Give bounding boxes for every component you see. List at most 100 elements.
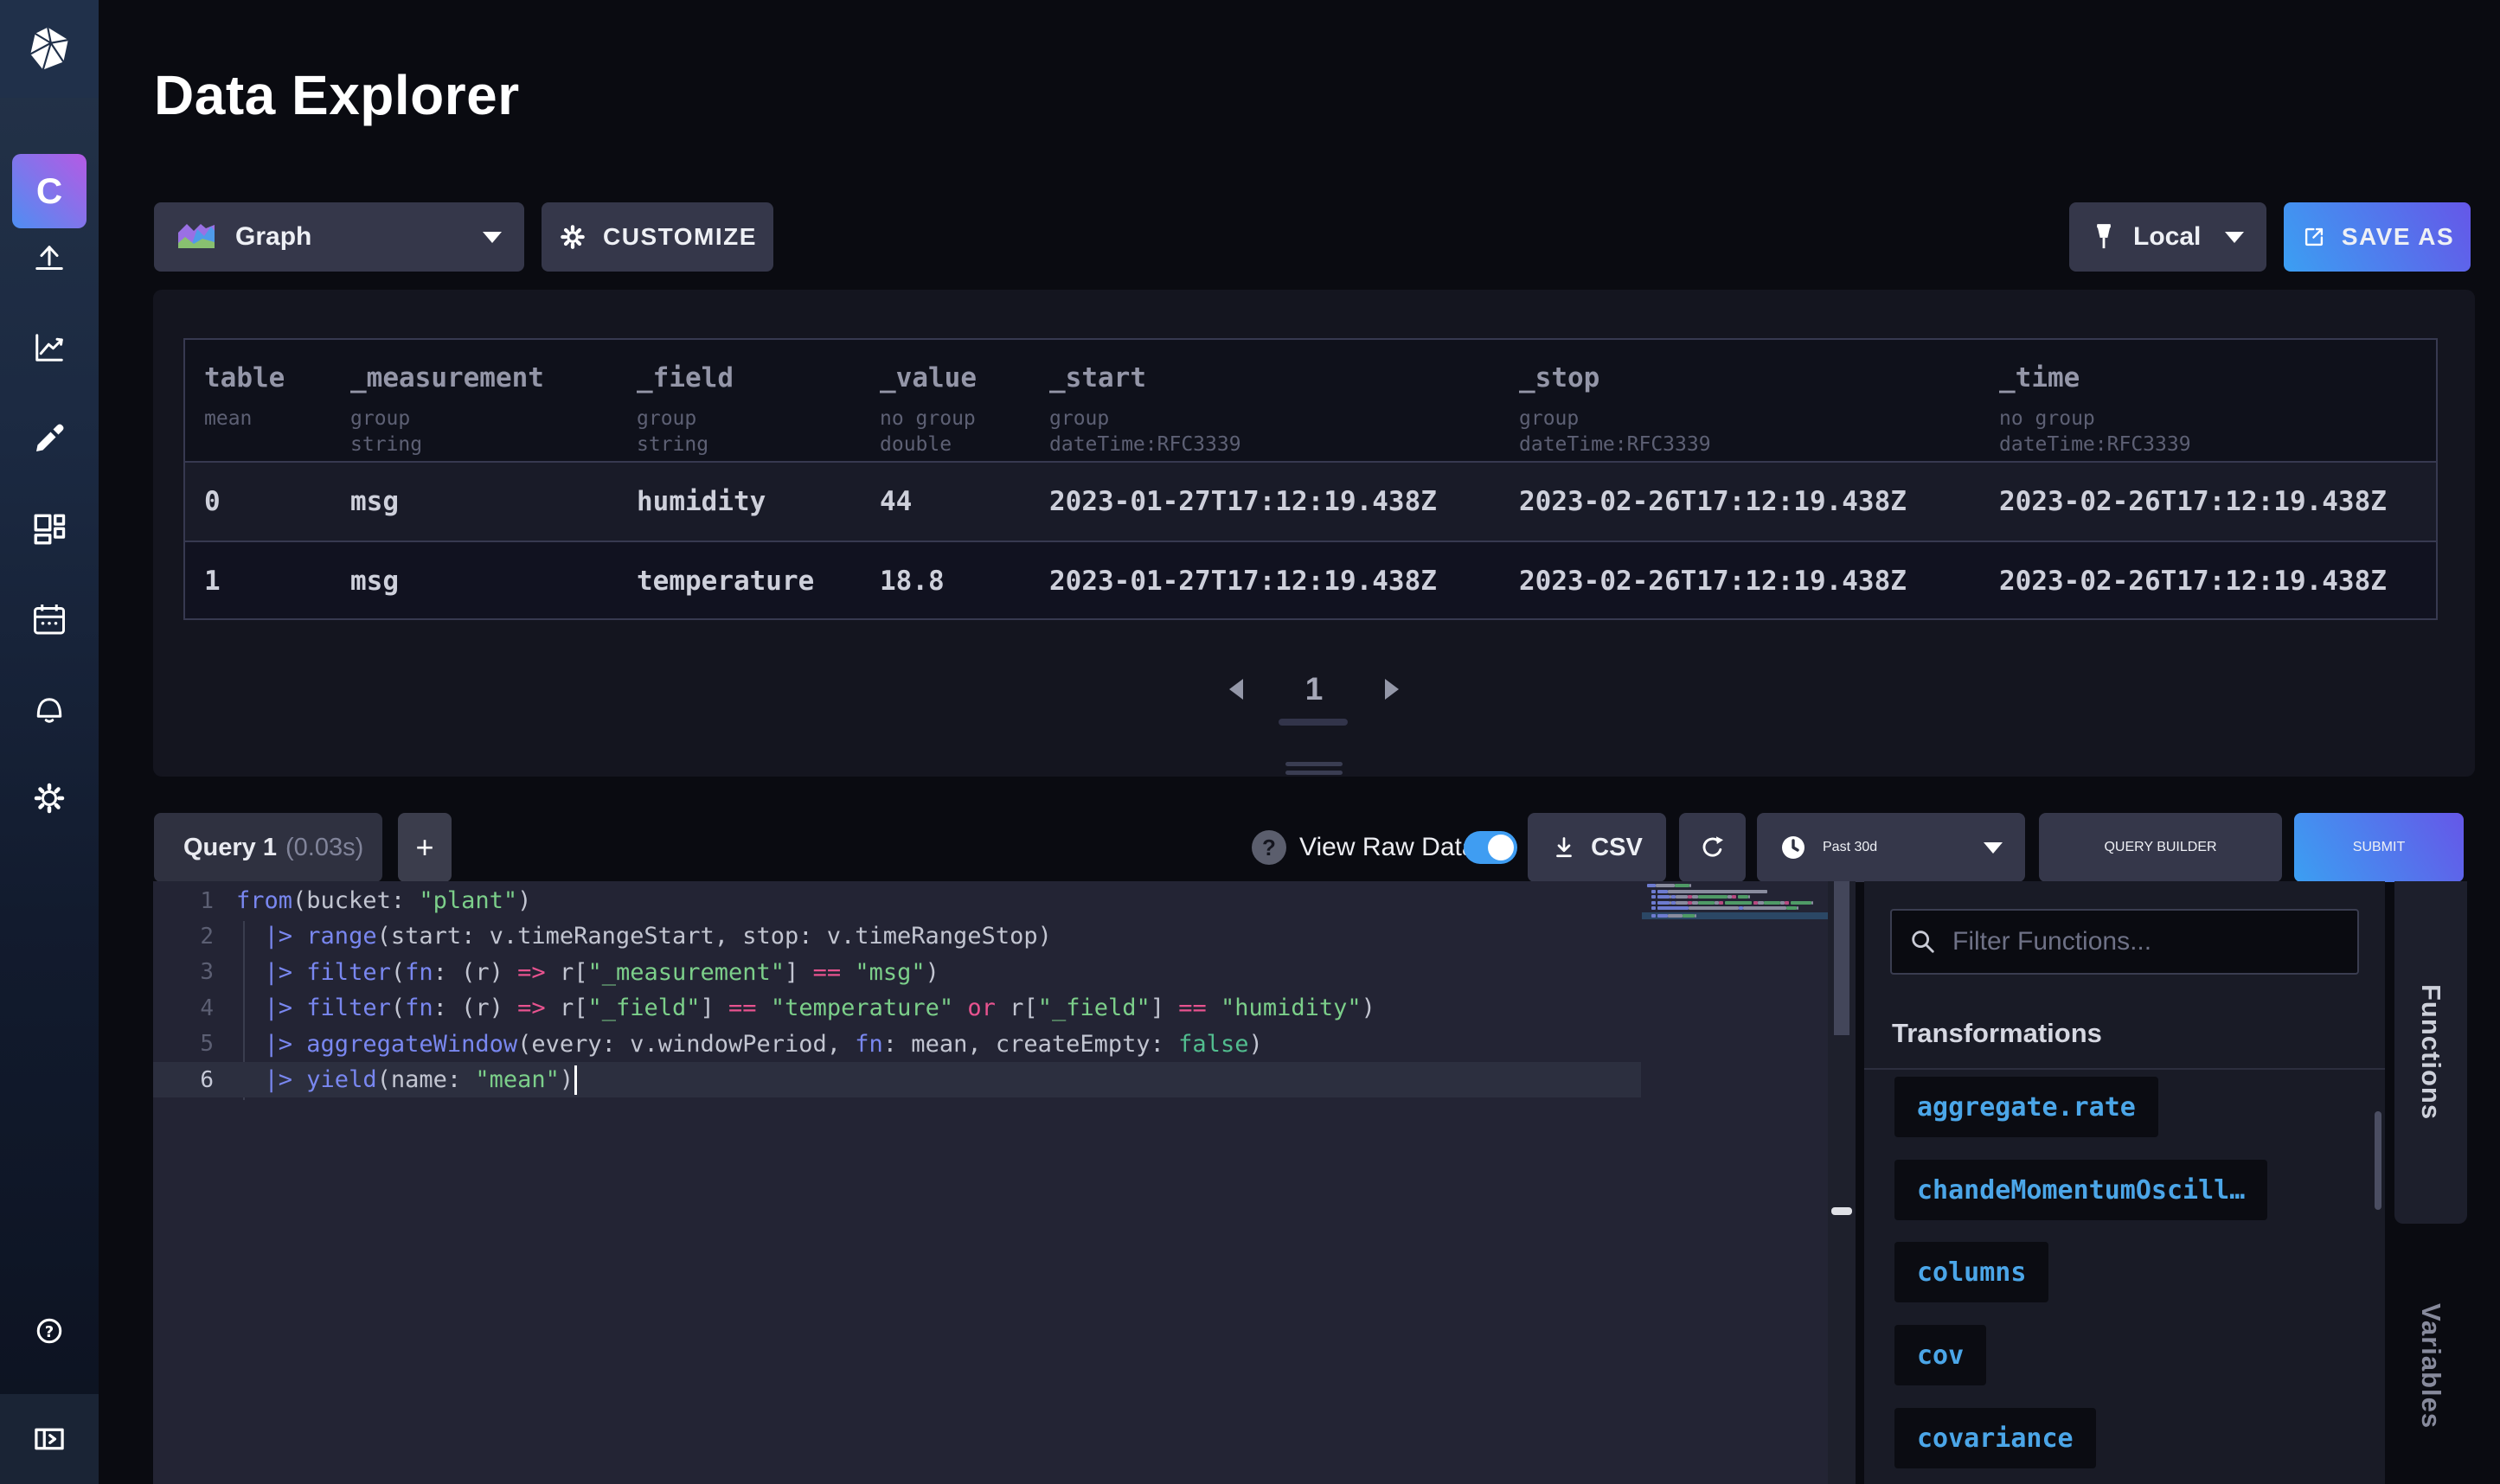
sidebar-item-help[interactable]: ? xyxy=(0,1292,99,1370)
save-as-label: SAVE AS xyxy=(2342,223,2454,251)
column-header: _stopgroupdateTime:RFC3339 xyxy=(1519,362,1711,457)
view-type-dropdown[interactable]: Graph xyxy=(154,202,524,272)
function-pill[interactable]: chandeMomentumOscill… xyxy=(1894,1160,2267,1220)
sidebar-item-data-explorer[interactable] xyxy=(0,309,99,387)
line-number: 3 xyxy=(153,959,236,985)
upload-icon xyxy=(29,236,70,278)
table-cell: 2023-01-27T17:12:19.438Z xyxy=(1049,542,1437,620)
table-row: 0msghumidity442023-01-27T17:12:19.438Z20… xyxy=(185,463,2436,541)
line-number: 2 xyxy=(153,924,236,950)
view-raw-data-label: View Raw Data xyxy=(1299,813,1477,882)
add-query-button[interactable]: + xyxy=(398,813,452,882)
time-range-dropdown[interactable]: Past 30d xyxy=(1757,813,2025,882)
clock-icon xyxy=(1779,834,1807,861)
editor-scrollbar-thumb[interactable] xyxy=(1834,881,1849,1035)
view-type-label: Graph xyxy=(235,222,311,252)
area-chart-icon xyxy=(176,221,216,253)
code-line: 2 |> range(start: v.timeRangeStart, stop… xyxy=(153,918,1641,954)
flux-code-editor[interactable]: 1from(bucket: "plant")2 |> range(start: … xyxy=(153,881,1856,1484)
minimap-line xyxy=(1642,890,1828,893)
function-pill[interactable]: covariance xyxy=(1894,1408,2096,1468)
pin-icon xyxy=(2092,221,2116,253)
table-cell: 2023-02-26T17:12:19.438Z xyxy=(1999,542,2387,620)
minimap-line xyxy=(1642,906,1828,910)
previous-page-icon[interactable] xyxy=(1229,679,1243,700)
time-range-label: Past 30d xyxy=(1823,840,1877,855)
influxdb-logo[interactable] xyxy=(0,0,99,98)
functions-panel: Transformations aggregate.ratechandeMome… xyxy=(1864,881,2385,1484)
line-number: 5 xyxy=(153,1031,236,1057)
scope-dropdown[interactable]: Local xyxy=(2069,202,2266,272)
sidebar: C xyxy=(0,0,99,1484)
column-header: _startgroupdateTime:RFC3339 xyxy=(1049,362,1241,457)
chevron-down-icon xyxy=(483,232,502,243)
pagination: 1 xyxy=(153,668,2475,710)
sidebar-item-tasks[interactable] xyxy=(0,581,99,659)
function-pill[interactable]: aggregate.rate xyxy=(1894,1077,2158,1137)
refresh-button[interactable] xyxy=(1679,813,1746,882)
tab-functions[interactable]: Functions xyxy=(2394,881,2467,1224)
tab-variables-label: Variables xyxy=(2415,1303,2446,1429)
table-cell: temperature xyxy=(637,542,814,620)
submit-label: SUBMIT xyxy=(2353,840,2405,855)
function-search-input[interactable] xyxy=(1951,926,2340,957)
minimap-line xyxy=(1642,912,1828,919)
sidebar-expand-strip[interactable] xyxy=(0,1394,99,1484)
table-cell: 18.8 xyxy=(880,542,945,620)
table-header-row: tablemean_measurementgroupstring_fieldgr… xyxy=(185,340,2436,463)
avatar-initial: C xyxy=(36,170,62,212)
sidebar-item-upload[interactable] xyxy=(0,218,99,296)
current-page-number: 1 xyxy=(1305,671,1324,707)
save-as-button[interactable]: SAVE AS xyxy=(2284,202,2471,272)
table-cell: 1 xyxy=(204,542,221,620)
tab-variables[interactable]: Variables xyxy=(2394,1245,2467,1484)
view-raw-data-toggle[interactable] xyxy=(1464,831,1517,864)
sidebar-item-notebooks[interactable] xyxy=(0,400,99,477)
export-icon xyxy=(2300,223,2328,251)
function-pill[interactable]: columns xyxy=(1894,1242,2048,1302)
download-icon xyxy=(1551,835,1577,860)
raw-data-table: tablemean_measurementgroupstring_fieldgr… xyxy=(183,338,2438,620)
editor-divider-handle[interactable] xyxy=(1831,1207,1852,1215)
editor-scroll-gutter xyxy=(1828,881,1856,1484)
help-icon: ? xyxy=(29,1310,70,1352)
csv-label: CSV xyxy=(1591,834,1643,862)
bell-icon xyxy=(29,688,70,730)
toggle-knob xyxy=(1488,835,1514,860)
editor-minimap[interactable] xyxy=(1642,884,1828,919)
code-line: 5 |> aggregateWindow(every: v.windowPeri… xyxy=(153,1027,1641,1062)
functions-scrollbar-thumb[interactable] xyxy=(2375,1111,2381,1210)
panel-resize-handle[interactable] xyxy=(1285,762,1343,779)
chevron-down-icon xyxy=(2225,232,2244,243)
column-header: _measurementgroupstring xyxy=(350,362,544,457)
minimap-line xyxy=(1642,895,1828,899)
table-cell: 2023-02-26T17:12:19.438Z xyxy=(1519,542,1907,620)
code-line: 3 |> filter(fn: (r) => r["_measurement"]… xyxy=(153,955,1641,990)
query-tab-duration: (0.03s) xyxy=(285,834,363,862)
page-title: Data Explorer xyxy=(154,63,520,127)
chevron-down-icon xyxy=(1984,842,2003,854)
query-tab[interactable]: Query 1 (0.03s) xyxy=(154,813,382,882)
sidebar-item-dashboards[interactable] xyxy=(0,490,99,568)
submit-button[interactable]: SUBMIT xyxy=(2294,813,2464,882)
minimap-line xyxy=(1642,884,1828,887)
csv-download-button[interactable]: CSV xyxy=(1528,813,1666,882)
gear-icon xyxy=(29,777,70,819)
minimap-line xyxy=(1642,901,1828,905)
column-header: _fieldgroupstring xyxy=(637,362,734,457)
query-builder-button[interactable]: QUERY BUILDER xyxy=(2039,813,2282,882)
view-raw-data-help-icon[interactable]: ? xyxy=(1252,830,1286,865)
sidebar-item-settings[interactable] xyxy=(0,759,99,837)
function-search-box[interactable] xyxy=(1890,909,2359,975)
customize-button[interactable]: CUSTOMIZE xyxy=(542,202,773,272)
svg-text:?: ? xyxy=(45,1323,54,1341)
function-pill[interactable]: cov xyxy=(1894,1325,1986,1385)
table-cell: 2023-02-26T17:12:19.438Z xyxy=(1999,463,2387,541)
next-page-icon[interactable] xyxy=(1385,679,1399,700)
scope-label: Local xyxy=(2133,222,2201,252)
sidebar-item-alerts[interactable] xyxy=(0,670,99,748)
search-icon xyxy=(1909,928,1937,956)
visualization-panel: tablemean_measurementgroupstring_fieldgr… xyxy=(153,290,2475,777)
table-scrollbar[interactable] xyxy=(1279,719,1348,726)
table-cell: 2023-02-26T17:12:19.438Z xyxy=(1519,463,1907,541)
